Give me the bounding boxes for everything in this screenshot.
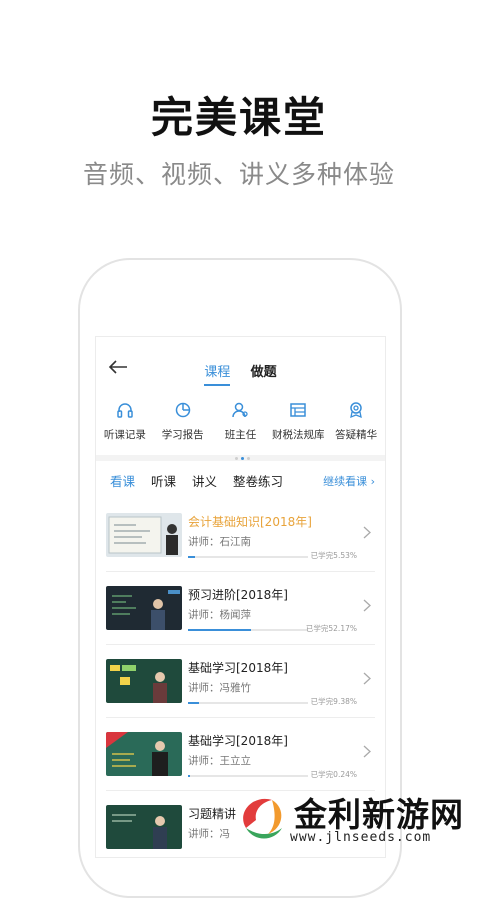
pager-dot-active — [240, 457, 244, 460]
course-teacher: 讲师：石江南 — [188, 536, 251, 548]
progress-bar — [188, 775, 308, 777]
progress-fill — [188, 702, 200, 704]
course-thumbnail — [106, 659, 182, 703]
quick-qa-essentials[interactable]: 答疑精华 — [327, 399, 385, 455]
chevron-right-icon — [363, 745, 371, 758]
chevron-right-icon — [363, 672, 371, 685]
progress-text: 已学完9.38% — [310, 697, 357, 706]
top-bar: 课程 做题 — [96, 337, 385, 399]
teacher-icon — [232, 402, 249, 418]
course-teacher: 讲师：杨闻萍 — [188, 609, 251, 621]
subtab-full-exam[interactable]: 整卷练习 — [233, 471, 283, 490]
course-thumbnail — [106, 732, 182, 776]
quick-label: 财税法规库 — [272, 429, 325, 441]
tab-exercises[interactable]: 做题 — [251, 361, 277, 384]
course-title: 基础学习[2018年] — [188, 734, 288, 748]
pager-dot — [246, 457, 250, 460]
quick-tax-law-library[interactable]: 财税法规库 — [269, 399, 327, 455]
course-item[interactable]: 会计基础知识[2018年] 讲师：石江南 已学完5.53% — [106, 499, 375, 572]
progress-bar — [188, 556, 308, 558]
qa-badge-icon — [350, 402, 362, 419]
course-item[interactable]: 基础学习[2018年] 讲师：王立立 已学完0.24% — [106, 718, 375, 791]
watermark-emblem — [243, 798, 282, 839]
progress-text: 已学完52.17% — [305, 624, 357, 633]
progress-fill — [188, 556, 195, 558]
progress-fill — [188, 629, 251, 631]
course-thumbnail — [106, 513, 182, 557]
subheadline: 音频、视频、讲义多种体验 — [82, 160, 395, 189]
course-teacher: 讲师：冯 — [188, 828, 230, 840]
course-item[interactable]: 预习进阶[2018年] 讲师：杨闻萍 已学完52.17% — [106, 572, 375, 645]
course-title: 习题精讲 — [188, 807, 237, 821]
quick-label: 学习报告 — [161, 429, 204, 441]
progress-text: 已学完5.53% — [310, 551, 357, 560]
quick-study-report[interactable]: 学习报告 — [154, 399, 212, 455]
headphones-icon — [117, 403, 133, 418]
course-teacher: 讲师：冯雅竹 — [188, 682, 251, 694]
progress-fill — [188, 775, 191, 777]
continue-label: 继续看课 — [323, 475, 368, 488]
course-thumbnail — [106, 586, 182, 630]
quick-label: 班主任 — [224, 429, 257, 441]
sub-tabs: 看课 听课 讲义 整卷练习 继续看课 › — [96, 461, 385, 499]
chevron-right-icon — [363, 526, 371, 539]
progress-bar — [188, 702, 308, 704]
course-item[interactable]: 基础学习[2018年] 讲师：冯雅竹 已学完9.38% — [106, 645, 375, 718]
quick-label: 听课记录 — [103, 429, 146, 441]
subtab-handouts[interactable]: 讲义 — [192, 471, 217, 490]
watermark-url: www.jlnseeds.com — [290, 830, 432, 845]
law-library-icon — [290, 403, 307, 417]
pager-dot — [234, 457, 238, 460]
headline: 完美课堂 — [150, 93, 327, 142]
continue-watching-link[interactable]: 继续看课 › — [323, 473, 375, 489]
course-teacher: 讲师：王立立 — [188, 755, 251, 767]
course-title: 会计基础知识[2018年] — [188, 515, 312, 529]
watermark-title: 金利新游网 — [294, 795, 464, 834]
app-screen: 课程 做题 听课记录 学习报告 班主任 财税法规库 答疑精华 看课 听课 讲义 … — [95, 336, 386, 858]
course-title: 基础学习[2018年] — [188, 661, 288, 675]
chevron-right-icon — [363, 599, 371, 612]
chevron-right-icon: › — [370, 475, 375, 488]
tab-courses[interactable]: 课程 — [204, 361, 231, 386]
progress-text: 已学完0.24% — [310, 770, 357, 779]
quick-label: 答疑精华 — [335, 429, 378, 441]
course-title: 预习进阶[2018年] — [188, 588, 288, 602]
progress-bar — [188, 629, 308, 631]
watermark-logo: 金利新游网 www.jlnseeds.com — [232, 786, 472, 850]
subtab-listen[interactable]: 听课 — [151, 471, 176, 490]
quick-listen-history[interactable]: 听课记录 — [96, 399, 154, 455]
course-thumbnail — [106, 805, 182, 849]
quick-actions: 听课记录 学习报告 班主任 财税法规库 答疑精华 — [96, 399, 385, 460]
subtab-watch[interactable]: 看课 — [110, 471, 135, 490]
report-icon — [175, 402, 190, 418]
